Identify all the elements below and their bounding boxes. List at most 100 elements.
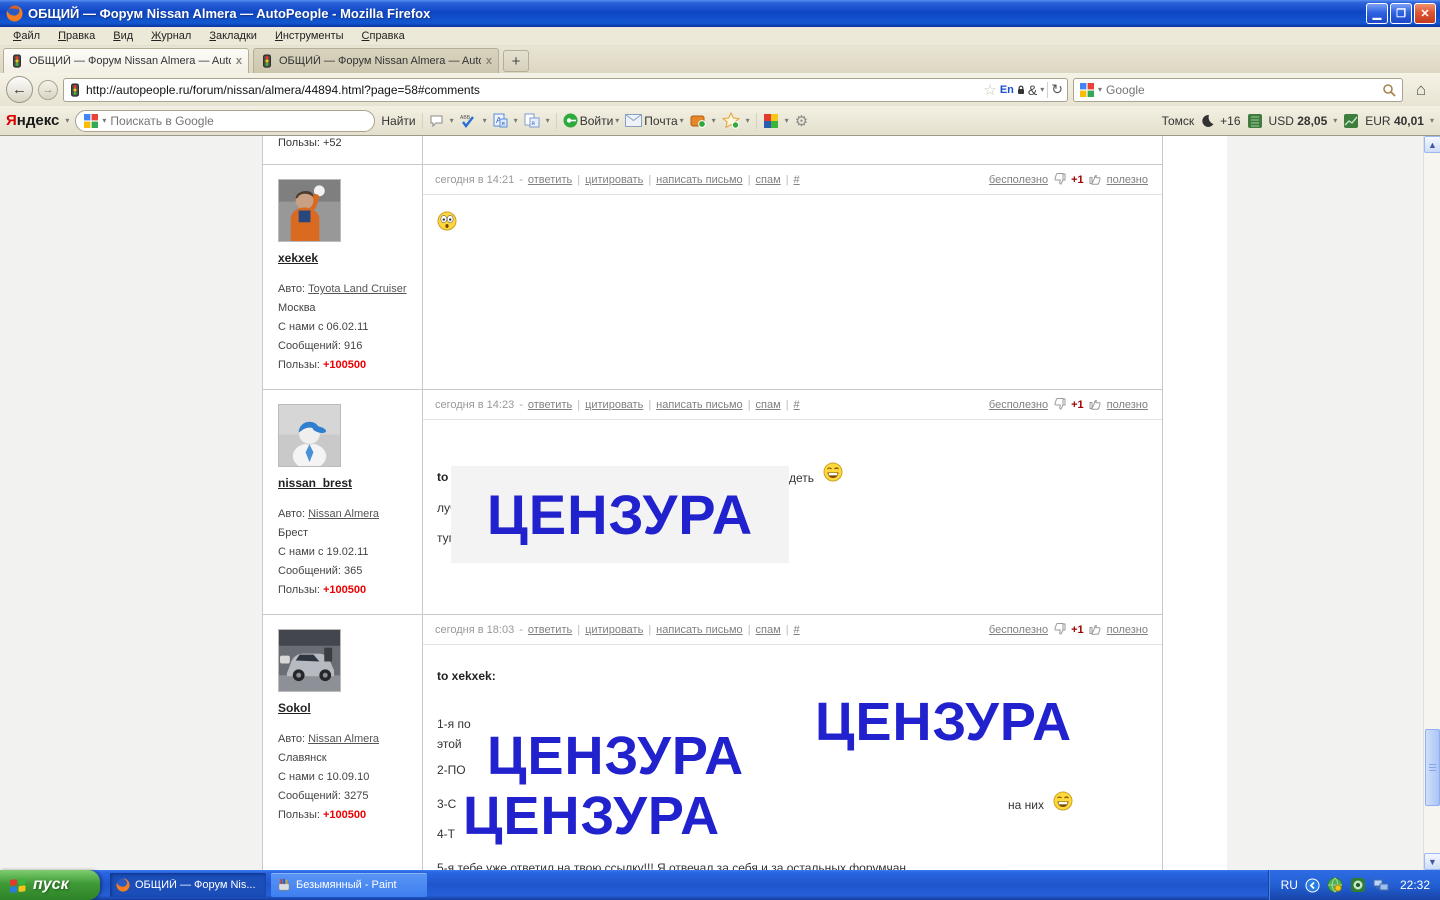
home-button[interactable]: ⌂ <box>1408 77 1434 103</box>
find-button[interactable]: Найти <box>381 114 415 128</box>
reply-link[interactable]: ответить <box>528 399 572 411</box>
forward-button[interactable]: → <box>38 79 58 100</box>
eur-rate[interactable]: EUR 40,01 <box>1365 114 1424 128</box>
menu-tools[interactable]: Инструменты <box>266 28 353 44</box>
chevron-down-icon[interactable]: ▾ <box>450 116 454 125</box>
useless-link[interactable]: бесполезно <box>989 399 1048 411</box>
toolbar-search-input[interactable] <box>110 113 367 128</box>
chevron-down-icon[interactable]: ▾ <box>1333 116 1337 125</box>
yandex-logo[interactable]: Яндекс <box>6 112 59 129</box>
chevron-down-icon[interactable]: ▾ <box>546 116 550 125</box>
url-input[interactable] <box>86 82 980 97</box>
reload-icon[interactable]: ↻ <box>1051 81 1063 98</box>
chevron-down-icon[interactable]: ▾ <box>65 116 69 125</box>
chevron-down-icon[interactable]: ▾ <box>746 116 750 125</box>
thumb-down-icon[interactable] <box>1053 173 1066 186</box>
spam-link[interactable]: спам <box>756 174 781 186</box>
menu-view[interactable]: Вид <box>104 28 142 44</box>
write-letter-link[interactable]: написать письмо <box>656 174 743 186</box>
login-button[interactable]: Войти ▾ <box>563 113 619 128</box>
chevron-down-icon[interactable]: ▾ <box>1430 116 1434 125</box>
tray-globe-icon[interactable] <box>1327 877 1343 893</box>
avatar[interactable] <box>278 404 341 467</box>
permalink-link[interactable]: # <box>794 399 800 411</box>
scroll-up-arrow[interactable]: ▲ <box>1424 136 1440 153</box>
username-link[interactable]: nissan_brest <box>278 476 352 490</box>
useful-link[interactable]: полезно <box>1107 624 1148 636</box>
tray-antivirus-icon[interactable] <box>1350 877 1366 893</box>
menu-edit[interactable]: Правка <box>49 28 104 44</box>
useless-link[interactable]: бесполезно <box>989 624 1048 636</box>
quote-link[interactable]: цитировать <box>585 399 643 411</box>
write-letter-link[interactable]: написать письмо <box>656 624 743 636</box>
tab-close-icon[interactable]: x <box>236 55 242 67</box>
web-search-input[interactable] <box>1106 82 1378 97</box>
thumb-down-icon[interactable] <box>1053 623 1066 636</box>
username-link[interactable]: xekxek <box>278 251 318 265</box>
spellcheck-icon[interactable]: ABB <box>460 113 477 129</box>
scrollbar-thumb[interactable] <box>1425 729 1440 806</box>
quote-link[interactable]: цитировать <box>585 624 643 636</box>
new-tab-button[interactable]: + <box>503 50 529 72</box>
chevron-down-icon[interactable]: ▾ <box>514 116 518 125</box>
close-button[interactable]: ✕ <box>1414 3 1436 24</box>
usd-rate[interactable]: USD 28,05 <box>1269 114 1328 128</box>
thumb-up-icon[interactable] <box>1089 173 1102 186</box>
reply-link[interactable]: ответить <box>528 624 572 636</box>
tab-1[interactable]: ОБЩИЙ — Форум Nissan Almera — Auto... x <box>3 48 249 73</box>
restore-button[interactable]: ❐ <box>1390 3 1412 24</box>
chevron-down-icon[interactable]: ▾ <box>712 116 716 125</box>
search-icon[interactable] <box>1382 83 1396 97</box>
task-firefox[interactable]: ОБЩИЙ — Форум Nis... <box>110 873 266 897</box>
menu-help[interactable]: Справка <box>353 28 414 44</box>
collapse-chevron-icon[interactable] <box>1305 878 1320 893</box>
menu-history[interactable]: Журнал <box>142 28 200 44</box>
bookmark-star-icon[interactable]: ☆ <box>983 81 996 99</box>
chevron-down-icon[interactable]: ▾ <box>483 116 487 125</box>
username-link[interactable]: Sokol <box>278 701 311 715</box>
weather-city[interactable]: Томск <box>1162 114 1195 128</box>
back-button[interactable]: ← <box>6 76 33 103</box>
spam-link[interactable]: спам <box>756 624 781 636</box>
thumb-down-icon[interactable] <box>1053 398 1066 411</box>
toolbar-search-box[interactable]: ▾ <box>75 109 376 132</box>
permalink-link[interactable]: # <box>794 174 800 186</box>
permalink-link[interactable]: # <box>794 624 800 636</box>
chevron-down-icon[interactable]: ▾ <box>785 116 789 125</box>
web-search-box[interactable]: ▾ <box>1073 77 1403 102</box>
wallet-icon[interactable] <box>690 113 706 128</box>
favorites-star-icon[interactable] <box>721 112 740 129</box>
useful-link[interactable]: полезно <box>1107 399 1148 411</box>
comments-bubble-icon[interactable] <box>429 114 444 128</box>
spam-link[interactable]: спам <box>756 399 781 411</box>
car-link[interactable]: Nissan Almera <box>308 733 379 745</box>
chevron-down-icon[interactable]: ▾ <box>1098 85 1102 94</box>
car-link[interactable]: Nissan Almera <box>308 508 379 520</box>
reply-link[interactable]: ответить <box>528 174 572 186</box>
palette-cube-icon[interactable] <box>763 113 779 129</box>
tray-network-icon[interactable] <box>1373 878 1390 893</box>
task-paint[interactable]: Безымянный - Paint <box>271 873 427 897</box>
avatar[interactable] <box>278 179 341 242</box>
quote-link[interactable]: цитировать <box>585 174 643 186</box>
mail-button[interactable]: Почта ▾ <box>625 114 684 128</box>
useless-link[interactable]: бесполезно <box>989 174 1048 186</box>
avatar[interactable] <box>278 629 341 692</box>
menu-file[interactable]: Файл <box>4 28 49 44</box>
minimize-button[interactable]: ▁ <box>1366 3 1388 24</box>
useful-link[interactable]: полезно <box>1107 174 1148 186</box>
clock[interactable]: 22:32 <box>1400 878 1430 892</box>
settings-gear-icon[interactable]: ⚙ <box>795 112 808 130</box>
tab-close-icon[interactable]: x <box>486 55 492 67</box>
translate-icon[interactable]: Aя <box>493 113 508 128</box>
thumb-up-icon[interactable] <box>1089 398 1102 411</box>
thumb-up-icon[interactable] <box>1089 623 1102 636</box>
write-letter-link[interactable]: написать письмо <box>656 399 743 411</box>
chevron-down-icon[interactable]: ▾ <box>1040 85 1044 94</box>
language-indicator[interactable]: RU <box>1281 878 1298 892</box>
vertical-scrollbar[interactable]: ▲ ▼ <box>1423 136 1440 870</box>
translate-page-icon[interactable]: я <box>524 113 540 128</box>
chevron-down-icon[interactable]: ▾ <box>102 116 106 125</box>
url-bar[interactable]: ☆ En & ▾ ↻ <box>63 77 1068 102</box>
tab-2[interactable]: ОБЩИЙ — Форум Nissan Almera — Auto... x <box>253 48 499 73</box>
